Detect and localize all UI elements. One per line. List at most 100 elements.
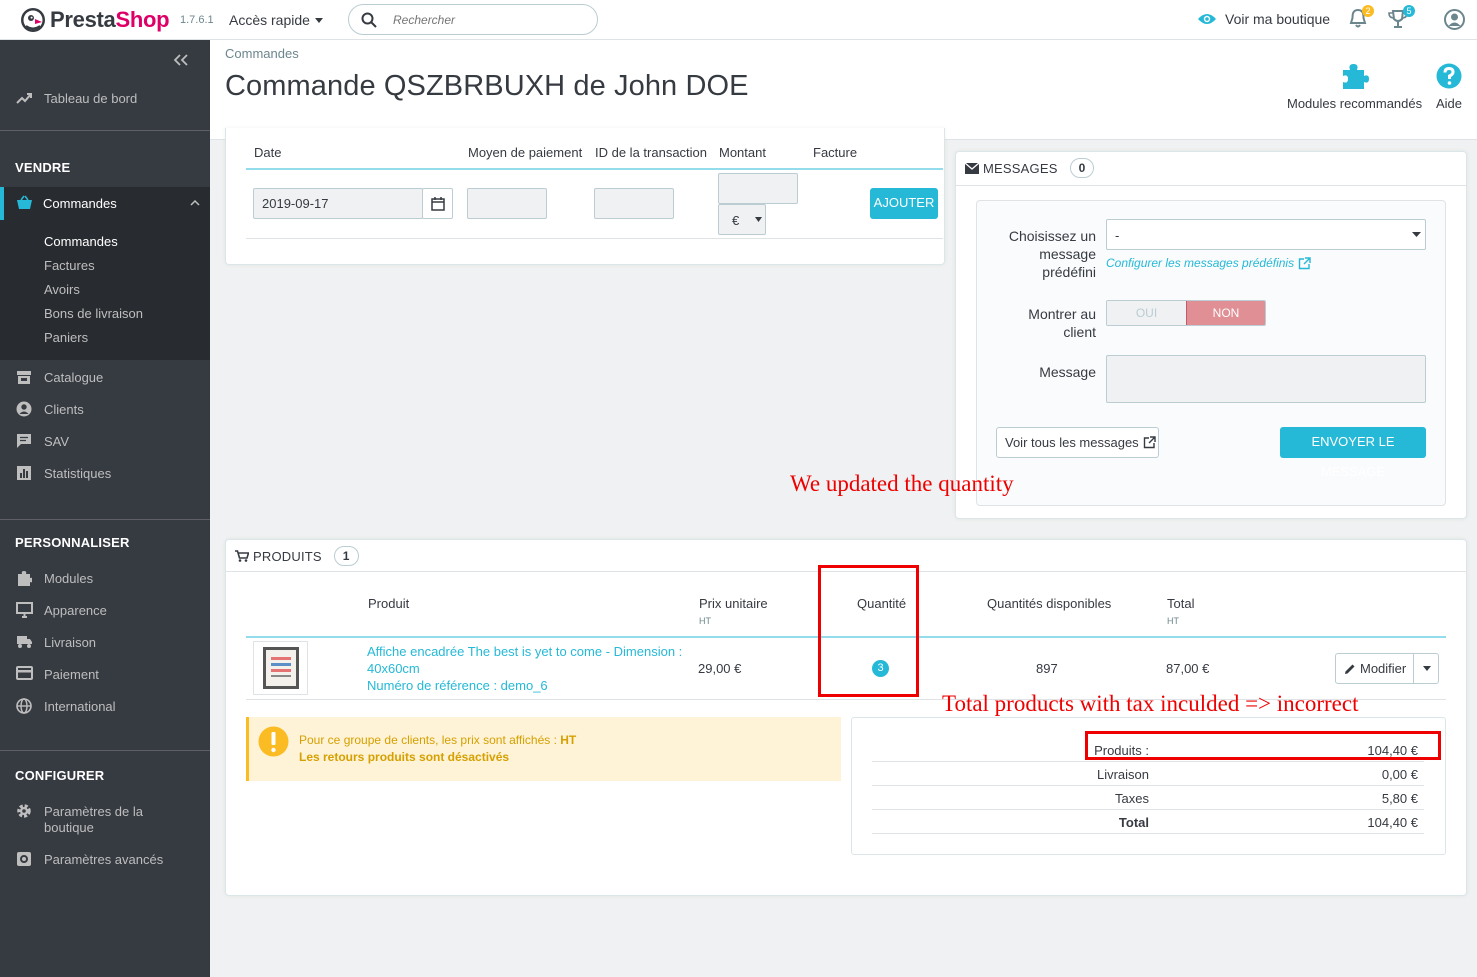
transaction-id-input[interactable]	[594, 188, 674, 219]
pencil-icon	[1345, 664, 1355, 674]
truck-icon	[17, 636, 32, 648]
product-thumbnail	[253, 641, 308, 695]
sidebar-item-customer-service[interactable]: SAV	[0, 425, 210, 457]
external-link-icon	[1298, 256, 1311, 269]
sidebar-item-label: Tableau de bord	[44, 91, 138, 106]
currency-value: €	[732, 213, 740, 228]
sidebar: Tableau de bord VENDRE Commandes Command…	[0, 40, 210, 977]
sidebar-item-catalog[interactable]: Catalogue	[0, 361, 210, 393]
prestashop-logo[interactable]: PrestaShop	[20, 7, 170, 33]
credit-card-icon	[16, 666, 33, 680]
col-header-invoice: Facture	[813, 145, 858, 160]
toggle-option-no[interactable]: NON	[1186, 301, 1265, 325]
sidebar-item-label-line1: Paramètres de la	[44, 804, 143, 819]
search-box[interactable]	[348, 4, 598, 35]
alert-line-1: Pour ce groupe de clients, les prix sont…	[299, 733, 577, 747]
submenu-item-delivery-slips[interactable]: Bons de livraison	[44, 306, 143, 321]
product-name-link-line2[interactable]: 40x60cm	[367, 661, 420, 676]
product-reference: Numéro de référence : demo_6	[367, 678, 548, 693]
sidebar-item-shop-parameters[interactable]: Paramètres de la boutique	[0, 795, 210, 839]
currency-select[interactable]: €	[718, 204, 766, 235]
orders-notification-button[interactable]: 2	[1349, 5, 1374, 30]
totals-label: Taxes	[1115, 791, 1149, 806]
external-link-icon	[1143, 436, 1156, 449]
recommended-modules-button[interactable]: Modules recommandés	[1287, 62, 1422, 111]
show-to-customer-toggle[interactable]: OUI NON	[1106, 300, 1266, 326]
sidebar-item-payment[interactable]: Paiement	[0, 658, 210, 690]
submenu-item-credit-slips[interactable]: Avoirs	[44, 282, 80, 297]
message-textarea[interactable]	[1106, 355, 1426, 403]
totals-value: 5,80 €	[1381, 791, 1418, 806]
search-input[interactable]	[393, 10, 583, 29]
view-all-messages-label: Voir tous les messages	[1005, 435, 1139, 450]
sidebar-divider	[0, 519, 210, 520]
products-card-header: PRODUITS 1	[235, 546, 359, 566]
messages-card-header: MESSAGES 0	[965, 158, 1095, 178]
table-header-divider	[246, 168, 943, 170]
sidebar-item-label: SAV	[44, 434, 70, 449]
caret-down-icon	[314, 17, 323, 23]
quick-access-dropdown[interactable]: Accès rapide	[229, 12, 323, 28]
col-header-available-quantity: Quantités disponibles	[987, 596, 1112, 611]
amount-input[interactable]	[718, 173, 798, 204]
sidebar-item-advanced-parameters[interactable]: Paramètres avancés	[0, 843, 210, 875]
puzzle-icon	[1342, 64, 1369, 89]
show-to-customer-label: Montrer au client	[1028, 306, 1096, 340]
trending-up-icon	[16, 93, 32, 104]
breadcrumb[interactable]: Commandes	[225, 46, 299, 61]
predefined-message-select[interactable]: -	[1106, 219, 1426, 250]
col-header-unit-price-sub: HT	[699, 616, 711, 626]
view-all-messages-button[interactable]: Voir tous les messages	[996, 427, 1159, 458]
alert-line-2: Les retours produits sont désactivés	[299, 750, 510, 764]
bar-chart-icon	[17, 466, 31, 480]
sidebar-item-dashboard[interactable]: Tableau de bord	[0, 82, 210, 114]
date-picker-button[interactable]	[422, 188, 453, 219]
sidebar-item-stats[interactable]: Statistiques	[0, 457, 210, 489]
sidebar-item-label: International	[44, 699, 116, 714]
monitor-icon	[16, 602, 33, 618]
gear-icon	[17, 804, 31, 818]
edit-product-dropdown[interactable]: Modifier	[1335, 653, 1439, 684]
customers-notification-button[interactable]: 5	[1388, 5, 1415, 30]
puffin-logo-icon	[21, 8, 45, 32]
card-header-divider	[956, 185, 1466, 186]
sidebar-item-international[interactable]: International	[0, 690, 210, 722]
product-name-link-line1[interactable]: Affiche encadrée The best is yet to come…	[367, 644, 682, 659]
collapse-sidebar-button[interactable]	[174, 54, 188, 66]
sidebar-divider	[0, 750, 210, 751]
caret-down-icon[interactable]	[1423, 666, 1431, 671]
sidebar-item-modules[interactable]: Modules	[0, 562, 210, 594]
sidebar-item-label: Catalogue	[44, 370, 104, 385]
toggle-option-yes[interactable]: OUI	[1107, 301, 1186, 325]
table-row-divider	[246, 238, 943, 239]
search-icon[interactable]	[361, 12, 377, 28]
edit-product-button[interactable]: Modifier	[1336, 654, 1414, 683]
submenu-item-orders[interactable]: Commandes	[44, 234, 118, 249]
submenu-item-invoices[interactable]: Factures	[44, 258, 95, 273]
price-display-alert: Pour ce groupe de clients, les prix sont…	[246, 717, 841, 781]
predefined-message-label: Choisissez un message prédéfini	[1008, 228, 1096, 280]
configure-predefined-messages-link[interactable]: Configurer les messages prédéfinis	[1106, 256, 1311, 270]
payment-date-input[interactable]: 2019-09-17	[253, 188, 423, 219]
account-button[interactable]	[1444, 9, 1465, 30]
totals-value: 104,40 €	[1367, 815, 1418, 830]
sidebar-item-customers[interactable]: Clients	[0, 393, 210, 425]
recommended-modules-label: Modules recommandés	[1287, 96, 1423, 111]
submenu-item-carts[interactable]: Paniers	[44, 330, 88, 345]
col-header-total-sub: HT	[1167, 616, 1179, 626]
send-message-button[interactable]: ENVOYER LE MESSAGE	[1280, 427, 1426, 479]
help-button[interactable]: Aide	[1436, 62, 1462, 111]
store-icon	[17, 371, 31, 384]
eye-icon	[1198, 14, 1216, 24]
page-title: Commande QSZBRBUXH de John DOE	[225, 70, 749, 102]
sidebar-item-label: Paiement	[44, 667, 99, 682]
payment-method-input[interactable]	[467, 188, 547, 219]
edit-product-label: Modifier	[1360, 661, 1407, 676]
sidebar-item-orders[interactable]: Commandes	[0, 187, 210, 221]
sidebar-item-shipping[interactable]: Livraison	[0, 626, 210, 658]
sidebar-item-design[interactable]: Apparence	[0, 594, 210, 626]
view-shop-link[interactable]: Voir ma boutique	[1197, 11, 1330, 27]
add-payment-button[interactable]: AJOUTER	[870, 188, 938, 219]
col-header-product: Produit	[368, 596, 410, 611]
caret-down-icon	[1412, 232, 1421, 237]
